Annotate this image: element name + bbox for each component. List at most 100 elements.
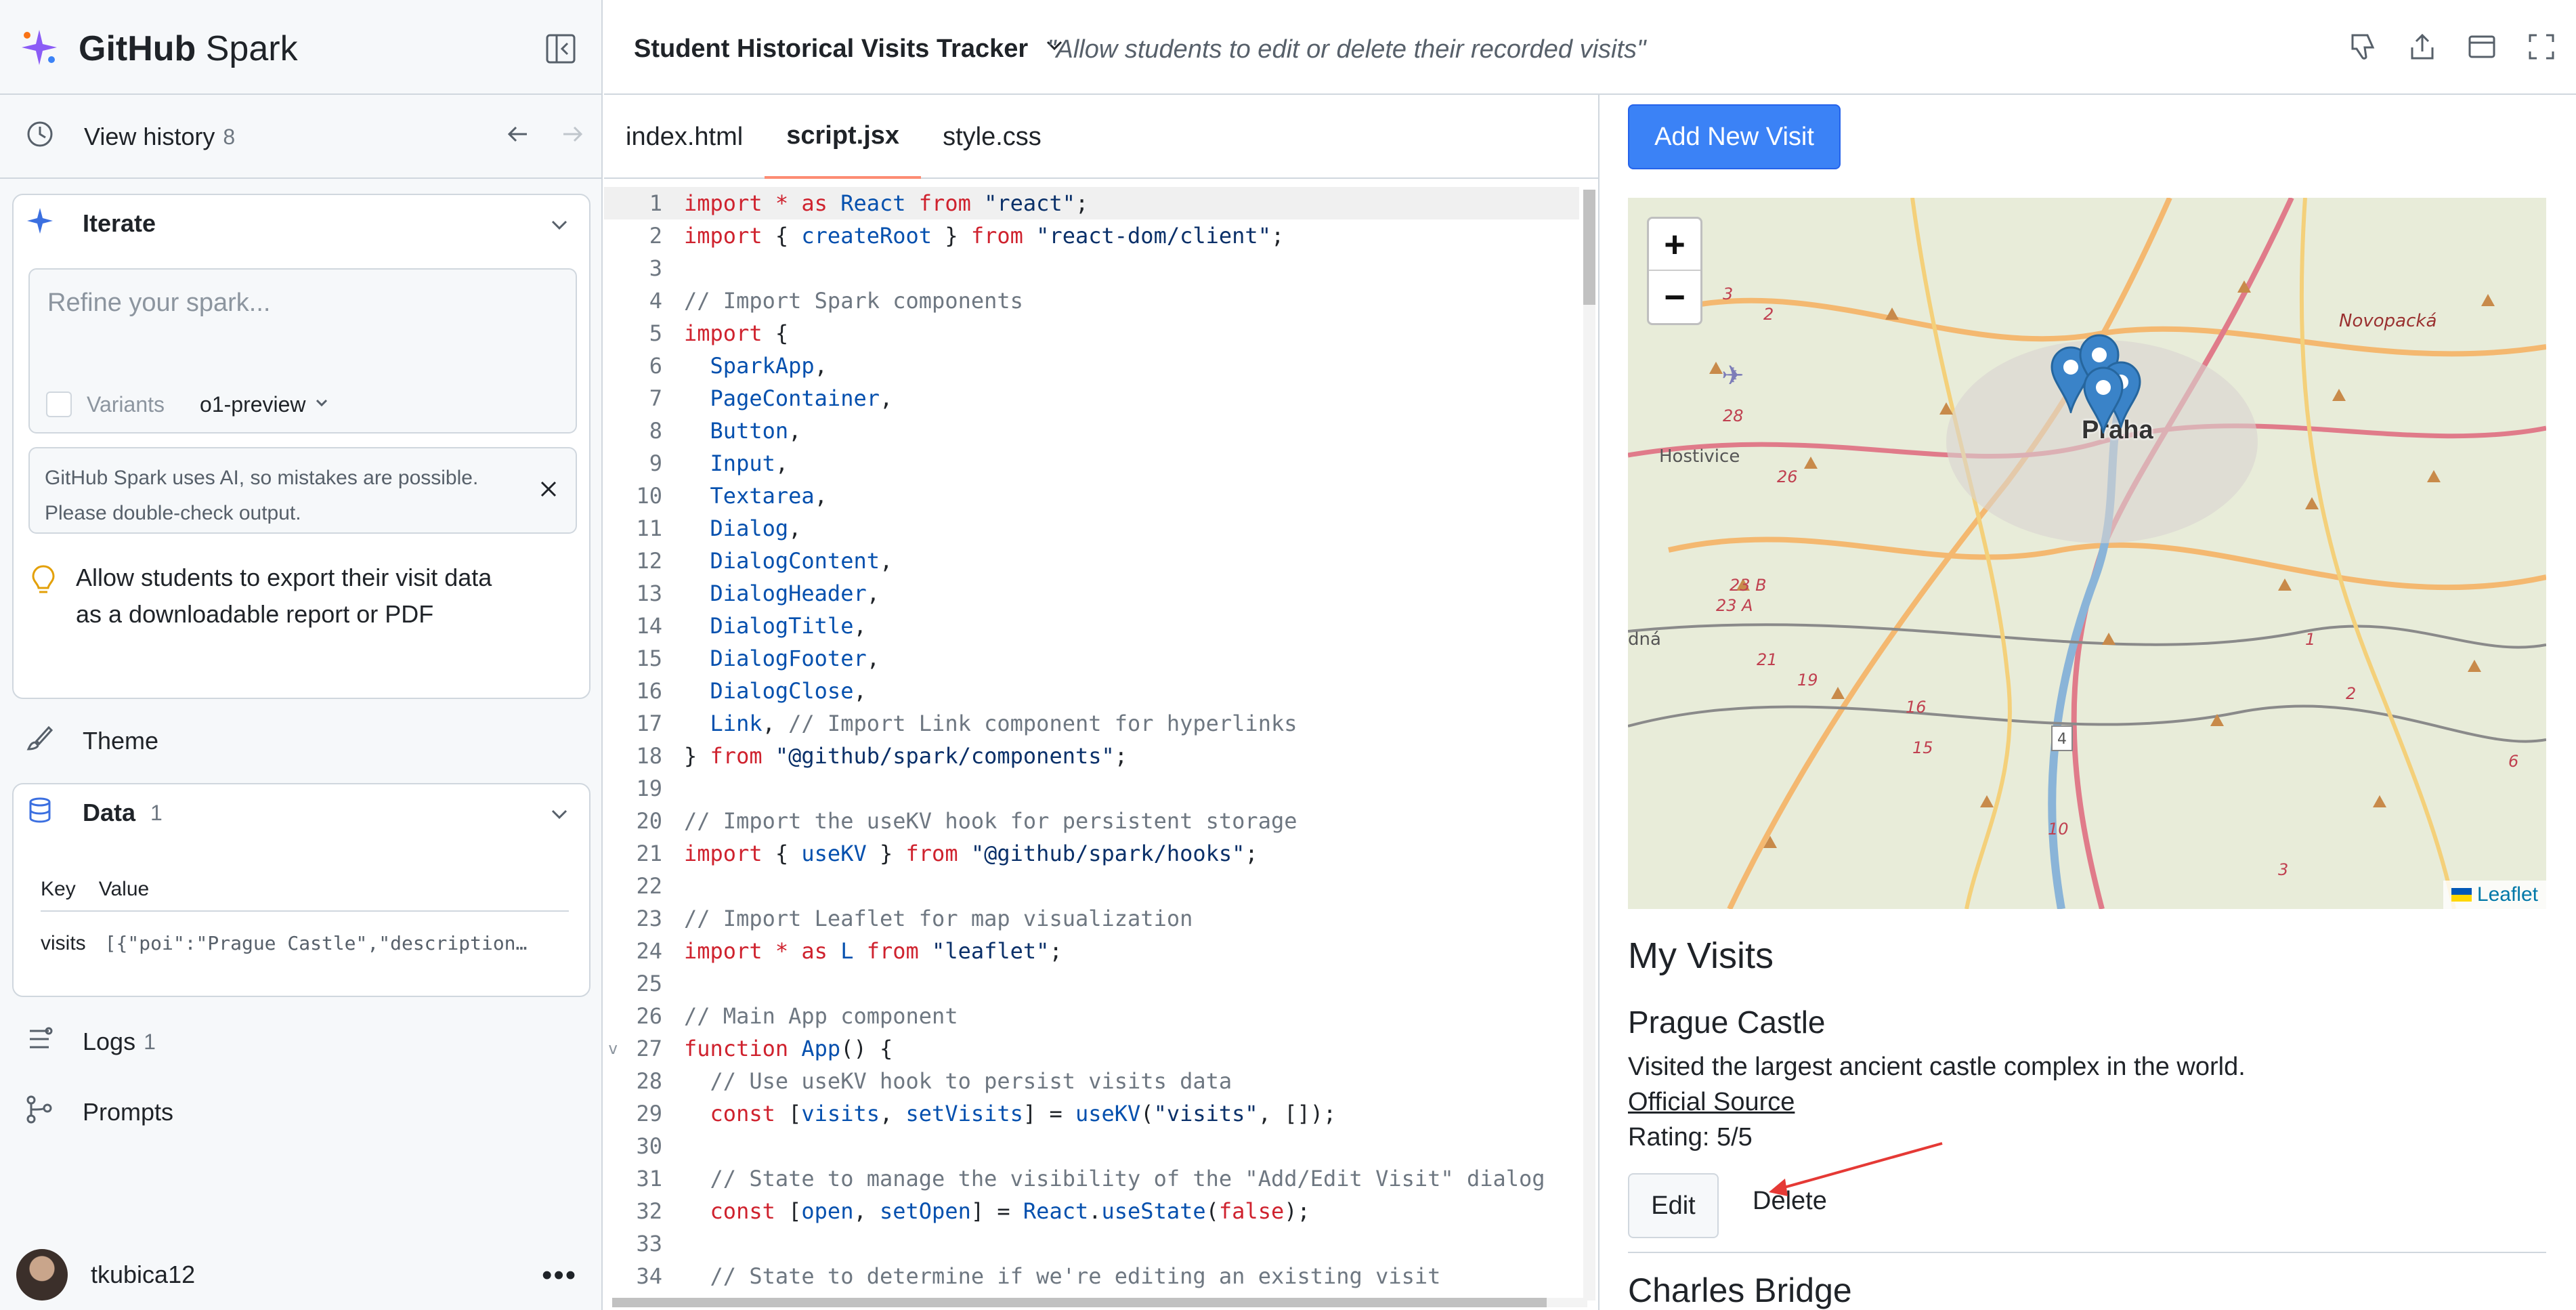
code-line[interactable]: 26 // Main App component — [604, 1000, 1579, 1032]
code-line[interactable]: 4 // Import Spark components — [604, 284, 1579, 317]
theme-button[interactable]: Theme — [24, 714, 158, 768]
code-text: DialogHeader, — [673, 577, 880, 610]
code-line[interactable]: 12 DialogContent, — [604, 545, 1579, 577]
map[interactable]: Hostivice Novopacká dná 28 26 23 B 23 A 21 1… — [1628, 198, 2546, 909]
table-row[interactable]: visits [{"poi":"Prague Castle","descript… — [41, 912, 569, 955]
code-line[interactable]: 18} from "@github/spark/components"; — [604, 740, 1579, 772]
code-line[interactable]: 24 import * as L from "leaflet"; — [604, 935, 1579, 967]
suggestion-item[interactable]: Allow students to export their visit dat… — [30, 559, 517, 633]
svg-text:3: 3 — [2278, 860, 2288, 879]
add-new-visit-button[interactable]: Add New Visit — [1628, 104, 1841, 169]
user-profile[interactable]: tkubica12 — [16, 1249, 195, 1301]
code-token: from — [970, 223, 1037, 249]
iterate-header[interactable]: Iterate — [26, 195, 156, 252]
refine-input[interactable]: Refine your spark... Variants o1-preview — [28, 268, 577, 434]
code-line[interactable]: 32 const [open, setOpen] = React.useStat… — [604, 1195, 1579, 1227]
visit-source-link[interactable]: Official Source — [1628, 1088, 1795, 1117]
scrollbar-thumb[interactable] — [1583, 190, 1595, 305]
code-line[interactable]: 20 // Import the useKV hook for persisten… — [604, 805, 1579, 837]
thumbs-down-icon[interactable] — [2347, 31, 2378, 62]
zoom-out-button[interactable]: − — [1649, 271, 1700, 323]
code-line[interactable]: 25 — [604, 967, 1579, 1000]
code-token: , — [866, 646, 880, 671]
code-line[interactable]: 7 PageContainer, — [604, 382, 1579, 415]
tab-index-html[interactable]: index.html — [604, 95, 765, 179]
project-selector[interactable]: Student Historical Visits Tracker — [634, 34, 1066, 64]
code-line[interactable]: 3 — [604, 252, 1579, 284]
map-attribution[interactable]: Leaflet — [2443, 881, 2546, 909]
code-line[interactable]: 31 // State to manage the visibility of … — [604, 1162, 1579, 1195]
sidebar-divider — [0, 93, 603, 95]
chevron-down-icon[interactable] — [547, 802, 572, 826]
code-line[interactable]: 22 — [604, 870, 1579, 902]
arrow-left-icon[interactable] — [504, 121, 531, 154]
model-select[interactable]: o1-preview — [200, 392, 330, 417]
code-line[interactable]: 33 — [604, 1227, 1579, 1260]
logs-count: 1 — [144, 1029, 156, 1054]
code-line[interactable]: 16 DialogClose, — [604, 675, 1579, 707]
close-icon[interactable] — [535, 476, 562, 503]
code-line[interactable]: 27 v function App() { — [604, 1032, 1579, 1065]
tab-script-jsx[interactable]: script.jsx — [765, 95, 922, 179]
last-prompt: "Allow students to edit or delete their … — [1047, 35, 1646, 64]
code-token: ] = — [1023, 1101, 1075, 1126]
arrow-right-icon[interactable] — [559, 121, 586, 154]
code-token: from — [905, 190, 985, 216]
code-line[interactable]: 9 Input, — [604, 447, 1579, 480]
data-header[interactable]: Data 1 — [26, 784, 163, 841]
visit-divider — [1628, 1252, 2546, 1253]
code-line[interactable]: 21 import { useKV } from "@github/spark/h… — [604, 837, 1579, 870]
code-line[interactable]: 1 import * as React from "react"; — [604, 187, 1579, 219]
code-line[interactable]: 10 Textarea, — [604, 480, 1579, 512]
brand[interactable]: GitHub Spark — [19, 20, 298, 77]
map-marker-icon[interactable] — [2082, 366, 2125, 437]
attribution-link[interactable]: Leaflet — [2477, 883, 2538, 906]
code-line[interactable]: 5 import { — [604, 317, 1579, 350]
code-area[interactable]: 1 import * as React from "react"; 2 import… — [604, 187, 1579, 1298]
variants-checkbox[interactable] — [46, 392, 72, 417]
code-token: ; — [1075, 190, 1102, 216]
code-line[interactable]: 6 SparkApp, — [604, 350, 1579, 382]
scrollbar-thumb[interactable] — [612, 1298, 1547, 1307]
code-token: DialogClose — [710, 678, 854, 704]
chevron-down-icon[interactable] — [547, 213, 572, 237]
variants-label: Variants — [87, 392, 165, 417]
code-line[interactable]: 15 DialogFooter, — [604, 642, 1579, 675]
edit-button[interactable]: Edit — [1628, 1173, 1719, 1238]
logs-button[interactable]: Logs 1 — [24, 1015, 156, 1069]
code-line[interactable]: 2 import { createRoot } from "react-dom/c… — [604, 219, 1579, 252]
variants-control: Variants o1-preview — [46, 392, 330, 417]
code-line[interactable]: 13 DialogHeader, — [604, 577, 1579, 610]
code-line[interactable]: 11 Dialog, — [604, 512, 1579, 545]
share-icon[interactable] — [2407, 31, 2438, 62]
zoom-in-button[interactable]: + — [1649, 219, 1700, 271]
code-line[interactable]: 14 DialogTitle, — [604, 610, 1579, 642]
code-line[interactable]: 29 const [visits, setVisits] = useKV("vi… — [604, 1097, 1579, 1130]
horizontal-scrollbar[interactable] — [612, 1298, 1587, 1307]
code-line[interactable]: 17 Link, // Import Link component for hy… — [604, 707, 1579, 740]
browser-window-icon[interactable] — [2466, 31, 2497, 62]
code-text: import { — [673, 317, 788, 350]
code-line[interactable]: 35 const [editIndex, setEditIndex] = Rea… — [604, 1292, 1579, 1298]
code-line[interactable]: 19 — [604, 772, 1579, 805]
code-line[interactable]: 28 // Use useKV hook to persist visits d… — [604, 1065, 1579, 1097]
fullscreen-icon[interactable] — [2526, 31, 2557, 62]
code-token: Button — [710, 418, 789, 444]
code-line[interactable]: 34 // State to determine if we're editin… — [604, 1260, 1579, 1292]
fold-chevron-icon[interactable]: v — [608, 1032, 618, 1065]
more-options-icon[interactable]: ••• — [542, 1259, 577, 1292]
tab-style-css[interactable]: style.css — [921, 95, 1063, 179]
vertical-scrollbar[interactable] — [1583, 190, 1595, 1301]
code-line[interactable]: 30 — [604, 1130, 1579, 1162]
code-line[interactable]: 8 Button, — [604, 415, 1579, 447]
prompts-button[interactable]: Prompts — [24, 1085, 173, 1139]
line-number: 34 — [636, 1263, 662, 1289]
view-history-button[interactable]: View history 8 — [24, 110, 586, 164]
code-token: visits — [801, 1101, 880, 1126]
collapse-sidebar-icon[interactable] — [542, 30, 580, 68]
code-line[interactable]: 23 // Import Leaflet for map visualizatio… — [604, 902, 1579, 935]
